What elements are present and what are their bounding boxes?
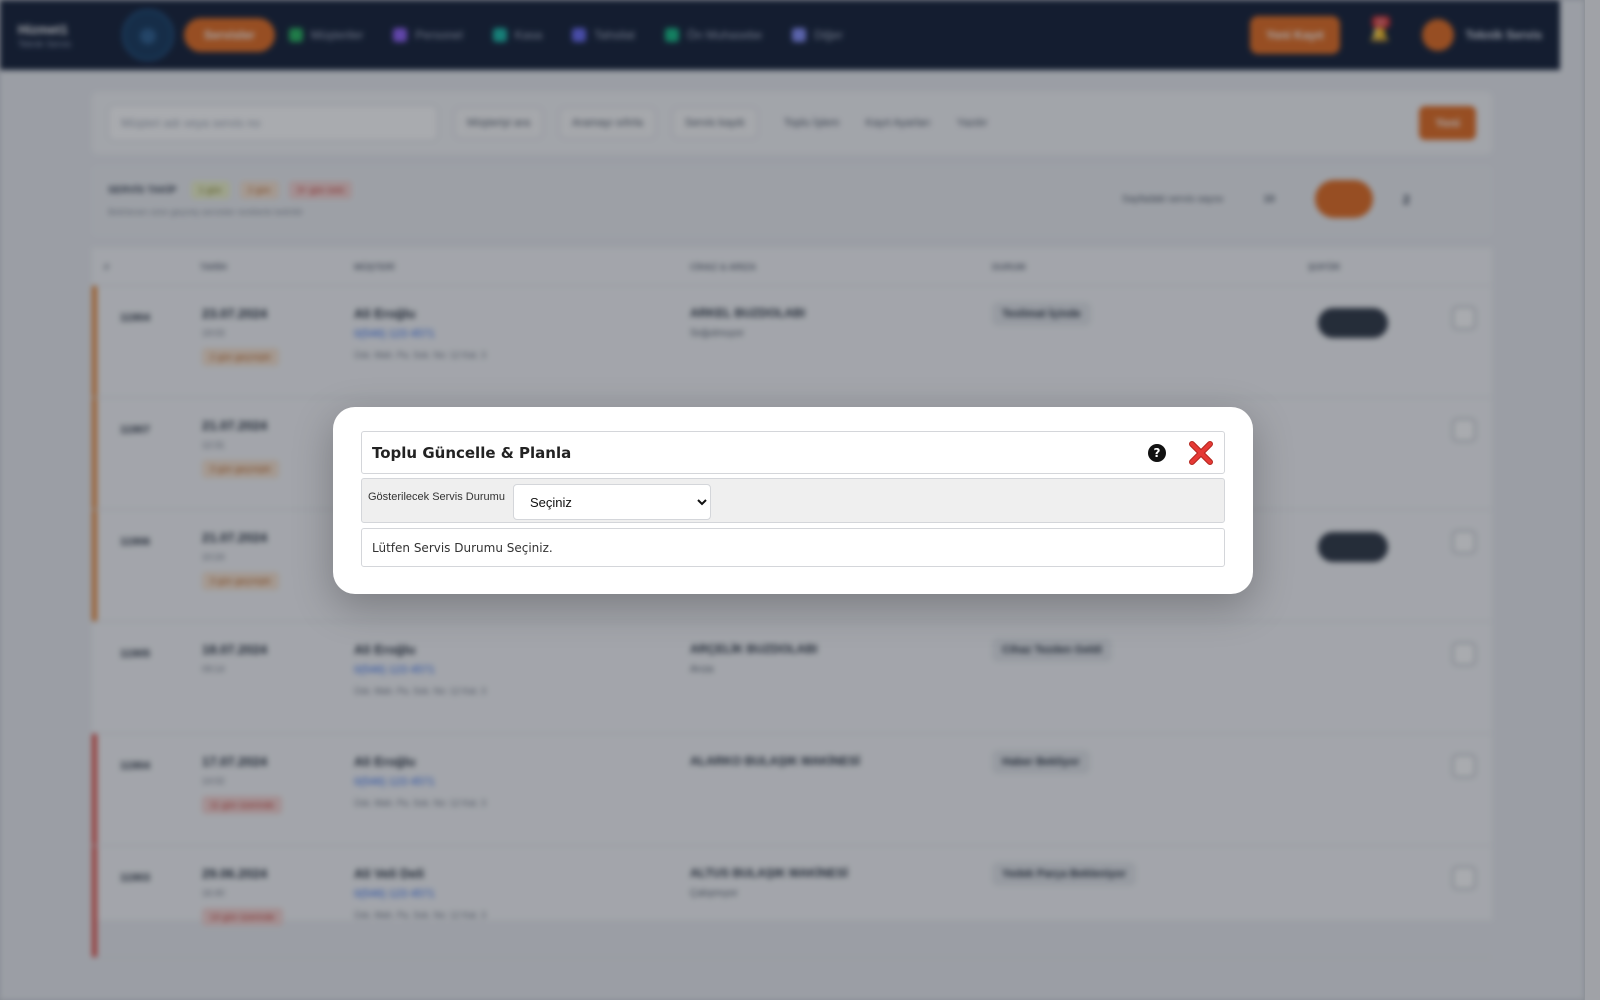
status-filter-row: Gösterilecek Servis Durumu Seçiniz [361, 478, 1225, 523]
help-icon[interactable]: ? [1148, 443, 1166, 462]
modal-message: Lütfen Servis Durumu Seçiniz. [361, 528, 1225, 567]
status-filter-label: Gösterilecek Servis Durumu [368, 491, 505, 503]
modal-title: Toplu Güncelle & Planla [372, 443, 572, 462]
modal-header: Toplu Güncelle & Planla ? [361, 431, 1225, 474]
close-icon[interactable] [1188, 440, 1214, 466]
service-status-select[interactable]: Seçiniz [512, 484, 711, 520]
bulk-update-modal: Toplu Güncelle & Planla ? Gösterilecek S… [333, 407, 1253, 594]
